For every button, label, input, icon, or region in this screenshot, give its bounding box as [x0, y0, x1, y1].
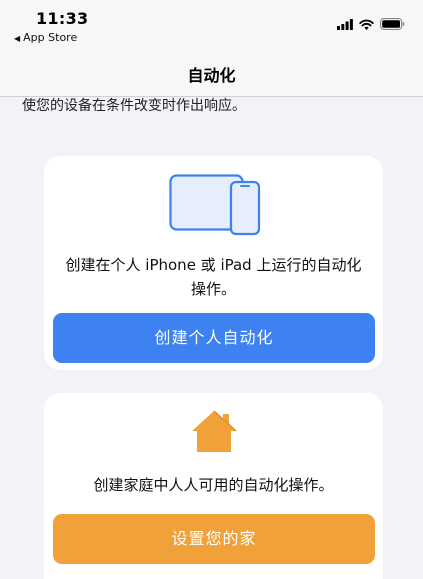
create-personal-automation-button[interactable]: 创建个人自动化 [53, 313, 375, 363]
intro-description: 使您的设备在条件改变时作出响应。 [22, 98, 246, 114]
personal-automation-card: 创建在个人 iPhone 或 iPad 上运行的自动化操作。 创建个人自动化 [44, 156, 383, 370]
ipad-iphone-icon [169, 174, 261, 240]
page-title: 自动化 [187, 66, 236, 85]
back-arrow-icon: ◀ [14, 34, 21, 43]
back-app-label: App Store [23, 31, 78, 44]
status-time: 11:33 [36, 9, 89, 28]
status-bar: 11:33 ◀ App Store [0, 0, 423, 48]
wifi-icon [359, 15, 374, 34]
status-icons [337, 15, 405, 34]
house-icon [190, 409, 238, 457]
set-up-home-button[interactable]: 设置您的家 [53, 514, 375, 564]
navigation-bar: 自动化 [0, 48, 423, 97]
personal-automation-description: 创建在个人 iPhone 或 iPad 上运行的自动化操作。 [65, 256, 362, 298]
back-to-app-store-link[interactable]: ◀ App Store [14, 31, 77, 44]
cellular-signal-icon [337, 15, 353, 34]
battery-icon [380, 15, 405, 34]
home-automation-description: 创建家庭中人人可用的自动化操作。 [93, 476, 334, 494]
home-automation-card: 创建家庭中人人可用的自动化操作。 设置您的家 [44, 393, 383, 579]
